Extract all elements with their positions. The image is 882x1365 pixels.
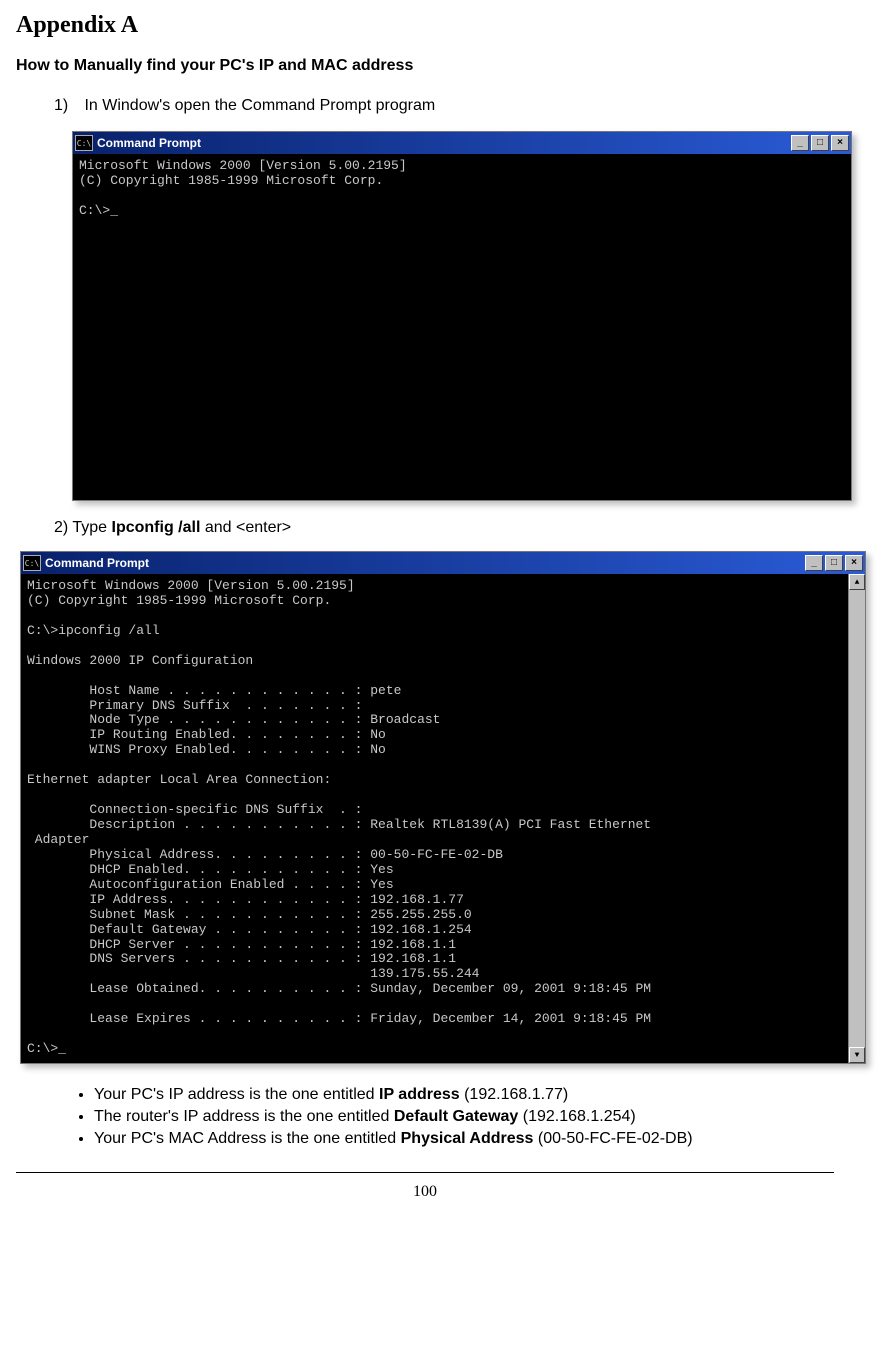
minimize-button[interactable]: _ — [791, 135, 809, 151]
terminal-output: Microsoft Windows 2000 [Version 5.00.219… — [73, 155, 851, 505]
titlebar: C:\ Command Prompt _ □ × — [21, 552, 865, 575]
step-2-prefix: 2) Type — [54, 519, 112, 536]
step-2-command: Ipconfig /all — [112, 519, 201, 536]
minimize-button[interactable]: _ — [805, 555, 823, 571]
bullet-ip-address: Your PC's IP address is the one entitled… — [94, 1086, 834, 1104]
command-prompt-icon: C:\ — [23, 555, 41, 571]
window-title: Command Prompt — [45, 556, 149, 570]
bullet-default-gateway: The router's IP address is the one entit… — [94, 1108, 834, 1126]
footer-rule — [16, 1172, 834, 1173]
maximize-button[interactable]: □ — [811, 135, 829, 151]
command-prompt-window-1: C:\ Command Prompt _ □ × Microsoft Windo… — [72, 131, 852, 501]
bullet-physical-address: Your PC's MAC Address is the one entitle… — [94, 1130, 834, 1148]
window-title: Command Prompt — [97, 136, 201, 150]
close-button[interactable]: × — [831, 135, 849, 151]
command-prompt-icon: C:\ — [75, 135, 93, 151]
step-2: 2) Type Ipconfig /all and <enter> — [54, 519, 834, 537]
section-heading: How to Manually find your PC's IP and MA… — [16, 57, 834, 75]
command-prompt-window-2: C:\ Command Prompt _ □ × Microsoft Windo… — [20, 551, 866, 1064]
step-1-number: 1) — [54, 97, 80, 115]
summary-bullets: Your PC's IP address is the one entitled… — [58, 1086, 834, 1148]
step-1-text: In Window's open the Command Prompt prog… — [84, 97, 435, 114]
terminal-output: Microsoft Windows 2000 [Version 5.00.219… — [21, 575, 865, 1063]
page-title: Appendix A — [16, 12, 834, 39]
window-controls: _ □ × — [805, 555, 863, 571]
close-button[interactable]: × — [845, 555, 863, 571]
page-number: 100 — [16, 1183, 834, 1201]
step-2-suffix: and <enter> — [200, 519, 291, 536]
step-1: 1) In Window's open the Command Prompt p… — [54, 97, 834, 115]
scrollbar[interactable]: ▲ ▼ — [848, 574, 865, 1063]
window-controls: _ □ × — [791, 135, 849, 151]
scroll-down-icon[interactable]: ▼ — [849, 1047, 865, 1063]
scroll-up-icon[interactable]: ▲ — [849, 574, 865, 590]
maximize-button[interactable]: □ — [825, 555, 843, 571]
titlebar: C:\ Command Prompt _ □ × — [73, 132, 851, 155]
